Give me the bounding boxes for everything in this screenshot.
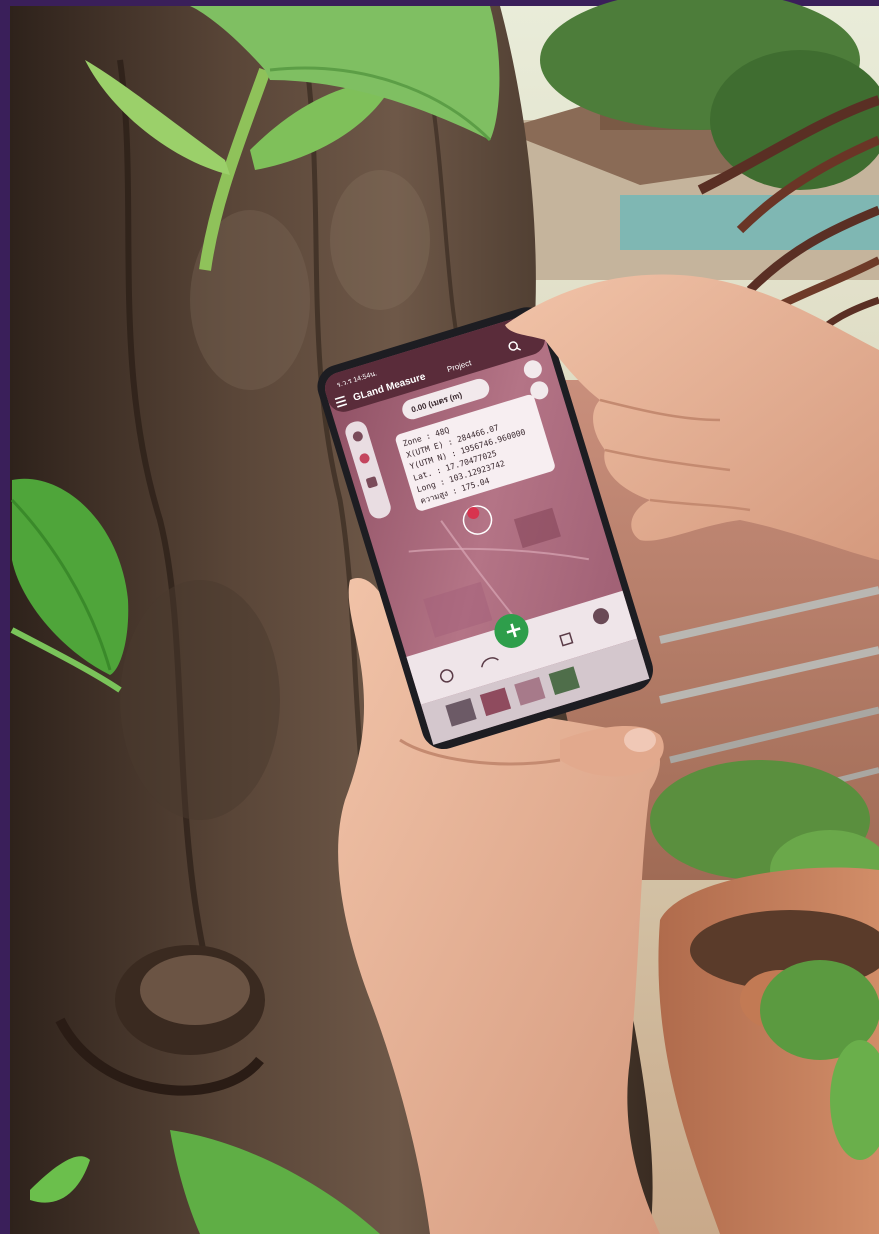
photo-scene: ร.ว.ร 14:54น. GLand Measure Project 0.00…	[0, 0, 879, 1234]
